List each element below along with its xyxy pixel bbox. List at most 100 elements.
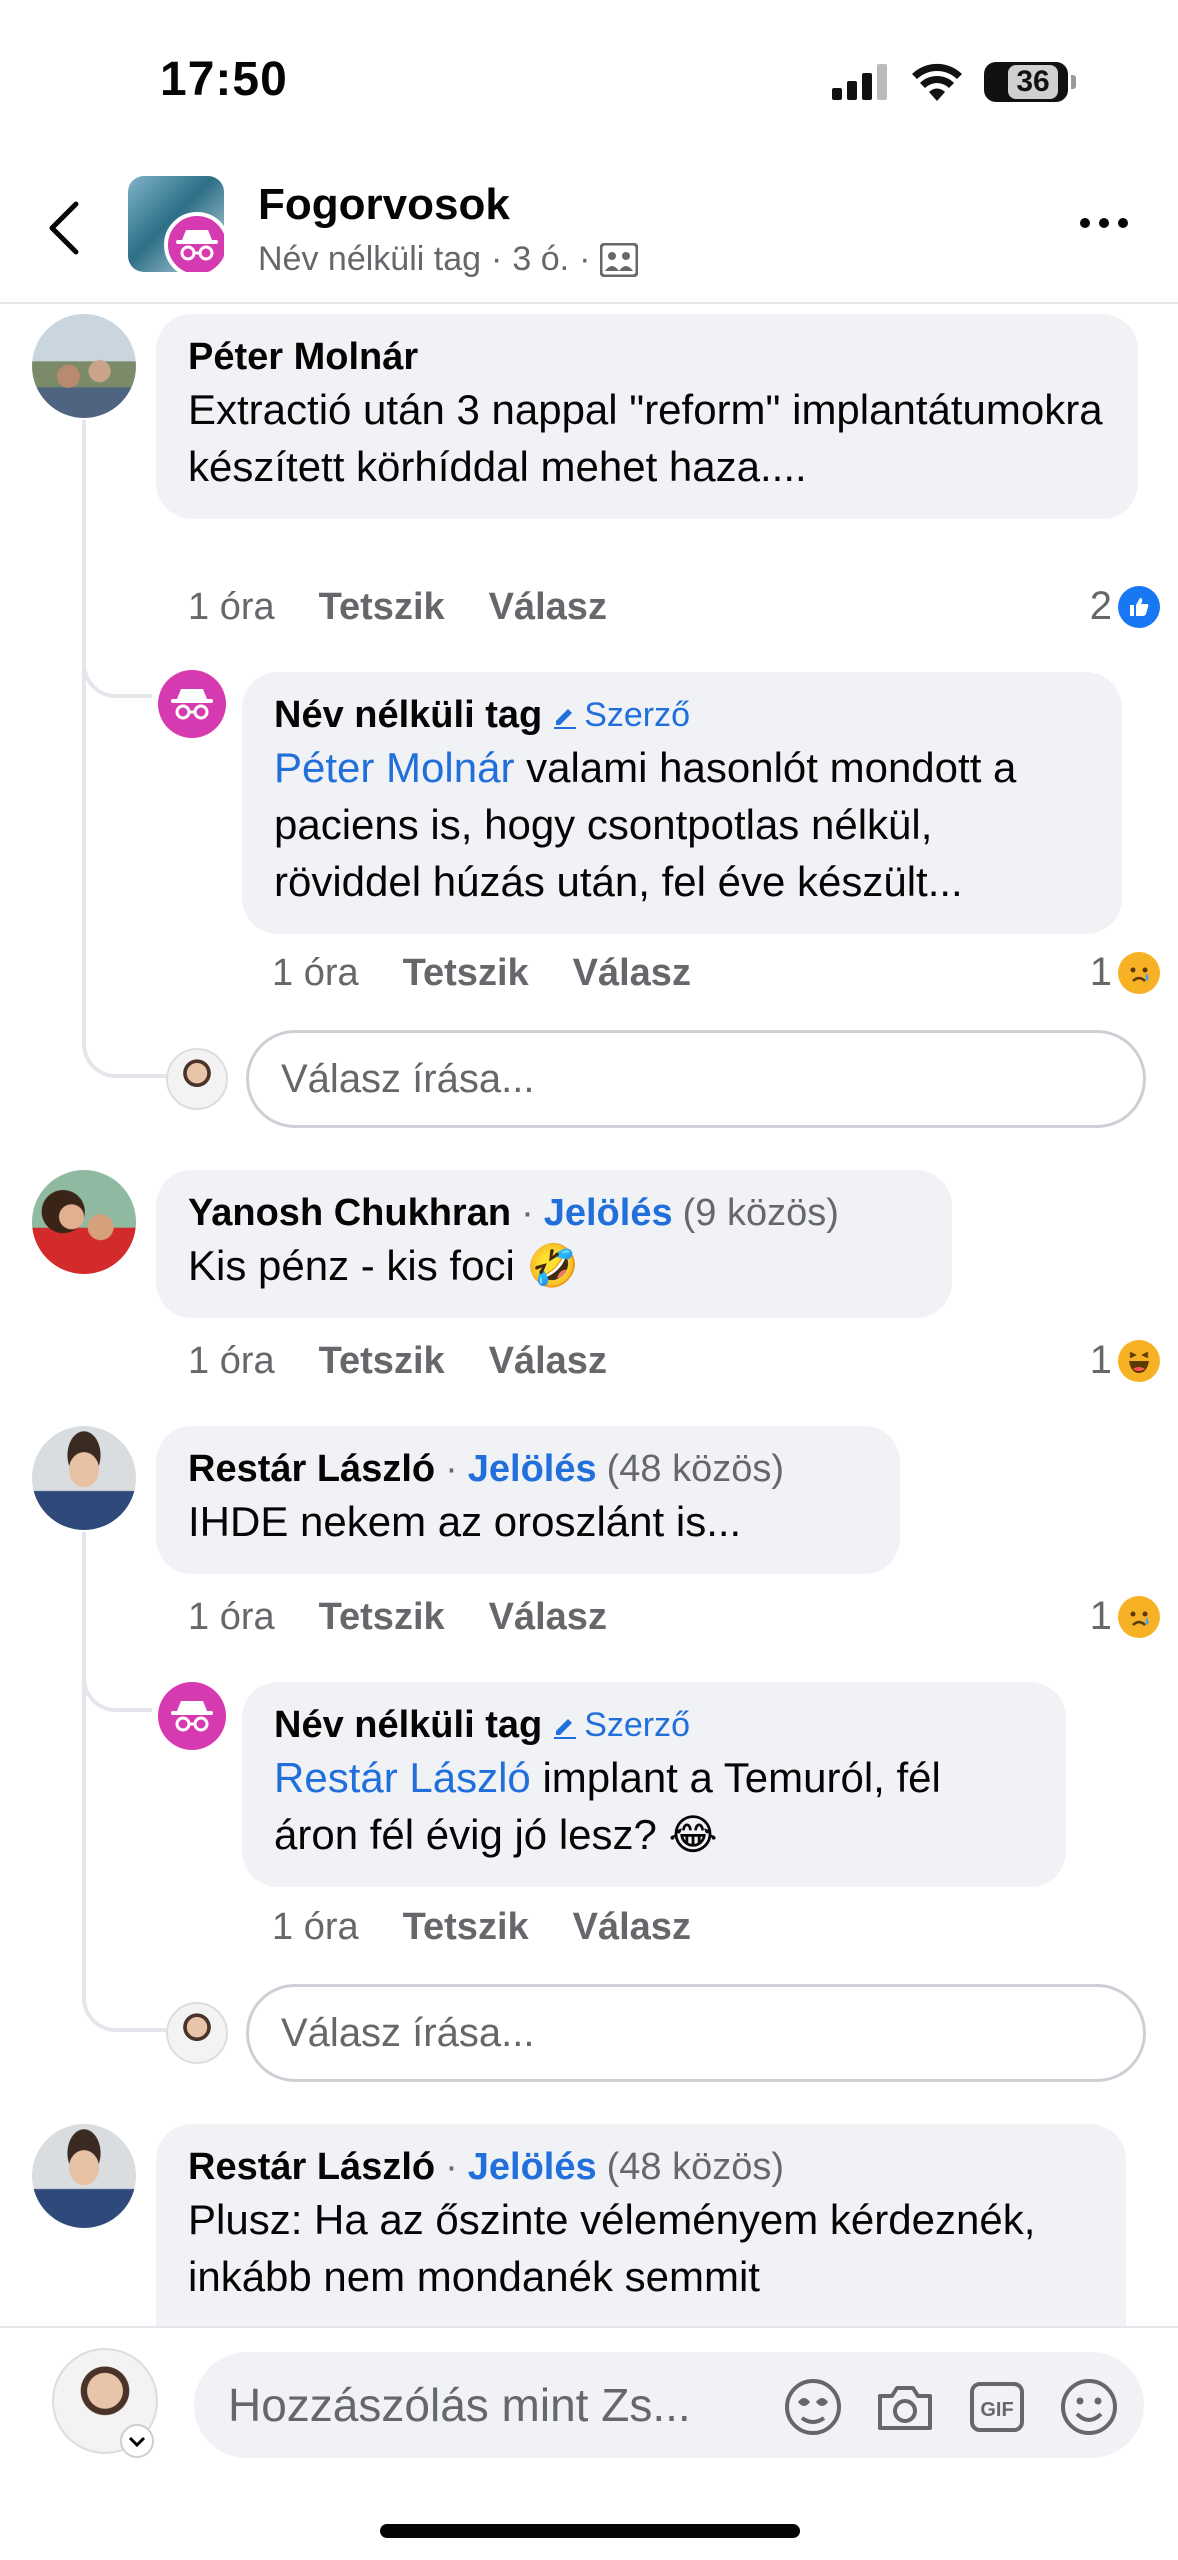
anonymous-member-avatar[interactable]: [158, 670, 226, 738]
comment-time[interactable]: 1 óra: [188, 1596, 275, 1639]
commenter-name[interactable]: Restár László: [188, 1448, 435, 1491]
like-button[interactable]: Tetszik: [319, 1340, 445, 1383]
reply-text: Restár László implant a Temuról, fél áro…: [274, 1749, 1034, 1863]
name-separator: ·: [445, 1448, 458, 1490]
comment-placeholder: Hozzászólás mint Zs...: [228, 2379, 691, 2431]
pencil-icon: [554, 1718, 577, 1739]
tag-link[interactable]: Jelölés: [468, 2146, 597, 2189]
avatar[interactable]: [32, 1426, 136, 1530]
emoji-icon[interactable]: [1056, 2374, 1122, 2440]
reply-button[interactable]: Válasz: [573, 1906, 691, 1949]
reaction-summary[interactable]: 1: [1090, 950, 1160, 995]
thread-line: [82, 420, 86, 1000]
mutual-friends: (9 közös): [682, 1192, 839, 1234]
commenter-name[interactable]: Név nélküli tag: [274, 694, 542, 737]
comment-text: Plusz: Ha az őszinte véleményem kérdezné…: [188, 2196, 1036, 2300]
battery-level: 36: [1008, 65, 1058, 99]
post-author[interactable]: Név nélküli tag: [258, 240, 481, 279]
comment-input[interactable]: Hozzászólás mint Zs... GIF: [194, 2352, 1144, 2458]
avatar[interactable]: [32, 314, 136, 418]
reaction-count: 1: [1089, 1594, 1112, 1638]
thread-connector: [82, 996, 166, 1078]
like-button[interactable]: Tetszik: [403, 1906, 529, 1949]
current-user-avatar: [166, 2002, 228, 2064]
author-badge: Szerző: [552, 696, 690, 735]
comment-bubble[interactable]: Restár László · Jelölés (48 közös) IHDE …: [156, 1426, 900, 1574]
meta-separator: ·: [491, 240, 503, 278]
comment-time[interactable]: 1 óra: [272, 1906, 359, 1949]
avatar-sticker-icon[interactable]: [780, 2374, 846, 2440]
reaction-count: 1: [1089, 1338, 1112, 1382]
reply-button[interactable]: Válasz: [489, 1340, 607, 1383]
thread-connector: [82, 1650, 152, 1712]
name-separator: ·: [445, 2146, 458, 2188]
group-avatar[interactable]: [128, 176, 224, 272]
reply-bubble[interactable]: Név nélküli tag Szerző Restár László imp…: [242, 1682, 1066, 1887]
reaction-summary[interactable]: 1: [1090, 1338, 1160, 1383]
commenter-name[interactable]: Péter Molnár: [188, 336, 1106, 379]
author-badge-label: Szerző: [584, 696, 691, 734]
reaction-summary[interactable]: 1: [1090, 1594, 1160, 1639]
svg-text:GIF: GIF: [980, 2399, 1013, 2421]
like-icon: [1118, 585, 1160, 628]
reply-input[interactable]: Válasz írása...: [246, 1030, 1146, 1128]
reaction-count: 1: [1089, 950, 1112, 994]
commenter-name[interactable]: Név nélküli tag: [274, 1704, 542, 1747]
comment-composer: Hozzászólás mint Zs... GIF: [0, 2326, 1178, 2560]
like-button[interactable]: Tetszik: [319, 1596, 445, 1639]
meta-separator: ·: [579, 240, 591, 278]
author-badge: Szerző: [552, 1706, 690, 1745]
more-options-icon[interactable]: [1080, 218, 1128, 228]
comment-text: Extractió után 3 nappal "reform" implant…: [188, 386, 1103, 490]
comment-actions: 1 óra Tetszik Válasz: [188, 586, 607, 629]
reply-button[interactable]: Válasz: [489, 1596, 607, 1639]
mention-link[interactable]: Péter Molnár: [274, 744, 514, 791]
composer-tools: GIF: [780, 2374, 1122, 2440]
comment-time[interactable]: 1 óra: [188, 586, 275, 629]
thread-line: [82, 1532, 86, 1992]
avatar[interactable]: [32, 2124, 136, 2228]
status-icons: 36: [832, 62, 1076, 102]
commenter-row: Restár László · Jelölés (48 közös): [188, 1448, 868, 1491]
home-indicator: [380, 2524, 800, 2538]
commenter-name[interactable]: Yanosh Chukhran: [188, 1192, 511, 1235]
comment-bubble[interactable]: Yanosh Chukhran · Jelölés (9 közös) Kis …: [156, 1170, 952, 1318]
comment-actions: 1 óra Tetszik Válasz: [188, 1596, 607, 1639]
back-arrow-icon[interactable]: [44, 200, 84, 256]
battery-icon: 36: [984, 62, 1076, 102]
comment-time[interactable]: 1 óra: [188, 1340, 275, 1383]
commenter-name[interactable]: Restár László: [188, 2146, 435, 2189]
camera-icon[interactable]: [872, 2374, 938, 2440]
reply-button[interactable]: Válasz: [573, 952, 691, 995]
comment-text: Kis pénz - kis foci 🤣: [188, 1242, 579, 1289]
tag-link[interactable]: Jelölés: [544, 1192, 673, 1235]
thread-connector: [82, 1950, 166, 2032]
group-title[interactable]: Fogorvosok: [258, 180, 510, 230]
comment-bubble[interactable]: Péter Molnár Extractió után 3 nappal "re…: [156, 314, 1138, 519]
reply-input[interactable]: Válasz írása...: [246, 1984, 1146, 2082]
anonymous-member-avatar[interactable]: [158, 1682, 226, 1750]
post-time[interactable]: 3 ó.: [512, 240, 569, 279]
like-button[interactable]: Tetszik: [319, 586, 445, 629]
reply-button[interactable]: Válasz: [489, 586, 607, 629]
reply-author-row: Név nélküli tag Szerző: [274, 1704, 1034, 1747]
post-meta: Név nélküli tag · 3 ó. ·: [258, 240, 639, 279]
thread-connector: [82, 640, 152, 698]
wifi-icon: [912, 63, 962, 101]
avatar[interactable]: [32, 1170, 136, 1274]
reaction-summary[interactable]: 2: [1090, 584, 1160, 629]
author-badge-label: Szerző: [584, 1706, 691, 1744]
like-button[interactable]: Tetszik: [403, 952, 529, 995]
reaction-count: 2: [1089, 584, 1112, 628]
chevron-down-icon[interactable]: [120, 2424, 154, 2458]
reply-actions: 1 óra Tetszik Válasz: [272, 952, 691, 995]
gif-icon[interactable]: GIF: [964, 2374, 1030, 2440]
signal-icon: [832, 64, 887, 100]
mention-link[interactable]: Restár László: [274, 1754, 531, 1801]
reply-bubble[interactable]: Név nélküli tag Szerző Péter Molnár vala…: [242, 672, 1122, 934]
commenter-row: Restár László · Jelölés (48 közös): [188, 2146, 1094, 2189]
comment-time[interactable]: 1 óra: [272, 952, 359, 995]
tag-link[interactable]: Jelölés: [468, 1448, 597, 1491]
mutual-friends: (48 közös): [606, 2146, 785, 2188]
sad-icon: [1118, 951, 1160, 994]
